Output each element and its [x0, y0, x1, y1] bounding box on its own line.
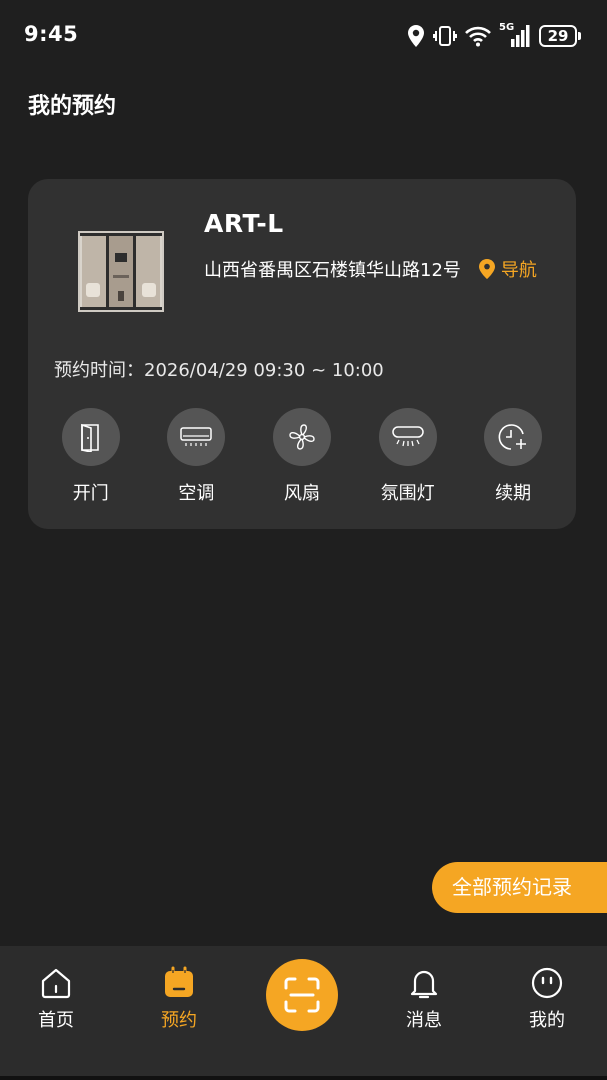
- air-conditioner-button[interactable]: 空调: [144, 408, 250, 505]
- wifi-icon: [465, 26, 491, 47]
- tab-label: 消息: [406, 1010, 442, 1031]
- tab-label: 首页: [38, 1010, 74, 1031]
- all-bookings-button[interactable]: 全部预约记录: [432, 862, 607, 913]
- control-label: 开门: [72, 483, 109, 504]
- location-icon: [408, 25, 424, 47]
- device-controls: 开门 空调 风扇 氛围灯 续期: [28, 408, 576, 505]
- booking-time-label: 预约时间：: [54, 360, 144, 381]
- navigation-pin-icon[interactable]: [478, 259, 495, 279]
- air-conditioner-icon: [167, 408, 226, 466]
- open-door-button[interactable]: 开门: [38, 408, 144, 505]
- scan-button[interactable]: [266, 959, 338, 1031]
- renew-clock-icon: [484, 408, 543, 466]
- tab-label: 预约: [161, 1010, 197, 1031]
- control-label: 氛围灯: [380, 483, 435, 504]
- profile-icon: [531, 967, 563, 999]
- signal-icon: 5G: [499, 22, 531, 48]
- home-icon: [41, 968, 71, 999]
- fan-button[interactable]: 风扇: [249, 408, 355, 505]
- renew-button[interactable]: 续期: [460, 408, 566, 505]
- booth-photo: [78, 231, 164, 312]
- navigate-link[interactable]: 导航: [501, 260, 537, 281]
- booth-name: ART-L: [204, 209, 284, 238]
- booking-card: ART-L 山西省番禺区石楼镇华山路12号 导航 预约时间：2026/04/29 …: [28, 179, 576, 529]
- door-icon: [61, 408, 120, 466]
- control-label: 续期: [495, 483, 532, 504]
- home-indicator: [0, 1076, 607, 1080]
- control-label: 风扇: [283, 483, 320, 504]
- booking-time: 预约时间：2026/04/29 09:30 ~ 10:00: [54, 356, 384, 382]
- calendar-icon: [165, 966, 193, 997]
- status-icons: 5G 29: [407, 22, 581, 50]
- scan-icon: [284, 977, 320, 1013]
- ambient-light-button[interactable]: 氛围灯: [355, 408, 461, 505]
- tab-profile[interactable]: 我的: [507, 966, 587, 1032]
- booth-address: 山西省番禺区石楼镇华山路12号: [204, 260, 461, 281]
- status-bar: 9:45 5G 29: [0, 0, 607, 72]
- fan-icon: [272, 408, 331, 466]
- page-title: 我的预约: [28, 94, 117, 119]
- battery-level: 29: [539, 25, 577, 47]
- tab-messages[interactable]: 消息: [384, 966, 464, 1032]
- booth-address-row: 山西省番禺区石楼镇华山路12号 导航: [204, 254, 544, 287]
- tab-home[interactable]: 首页: [16, 966, 96, 1032]
- control-label: 空调: [178, 483, 215, 504]
- tab-booking[interactable]: 预约: [139, 966, 219, 1032]
- booking-time-value: 2026/04/29 09:30 ~ 10:00: [144, 360, 384, 381]
- tab-label: 我的: [529, 1010, 565, 1031]
- bell-icon: [410, 970, 438, 999]
- vibrate-icon: [433, 26, 457, 46]
- ambient-light-icon: [378, 408, 437, 466]
- status-time: 9:45: [24, 22, 79, 46]
- bottom-tab-bar: 首页 预约 消息 我的: [0, 946, 607, 1080]
- battery-icon: 29: [539, 25, 581, 47]
